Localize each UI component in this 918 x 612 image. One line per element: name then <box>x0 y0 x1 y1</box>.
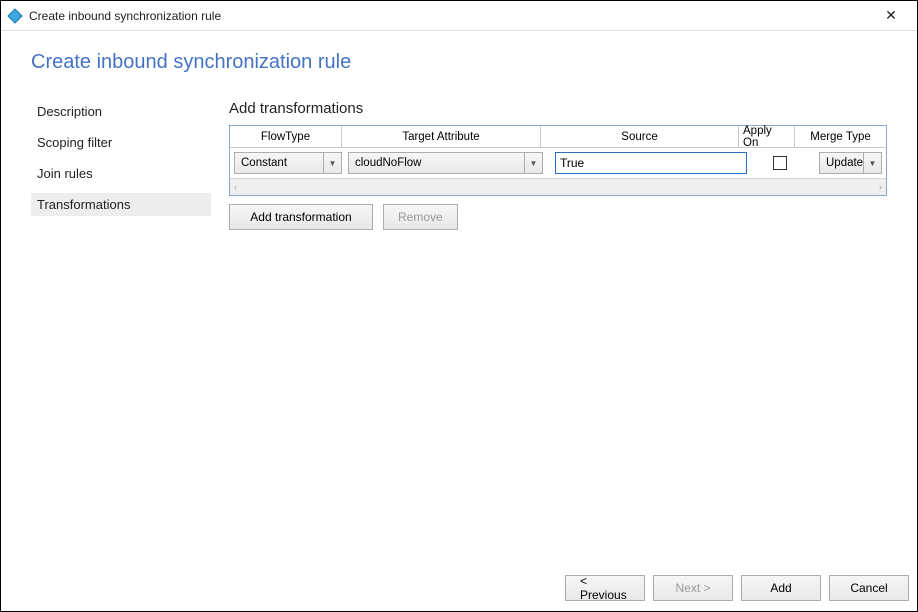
section-title: Add transformations <box>229 100 887 117</box>
chevron-down-icon: ▼ <box>524 153 542 173</box>
add-transformation-button[interactable]: Add transformation <box>229 204 373 230</box>
column-header-apply: Apply On <box>739 126 795 148</box>
main-panel: Add transformations FlowType Target Attr… <box>211 100 887 557</box>
sidebar-item-transformations[interactable]: Transformations <box>31 193 211 216</box>
window-title: Create inbound synchronization rule <box>29 9 221 23</box>
scroll-right-icon: › <box>879 182 882 192</box>
apply-once-cell <box>755 156 805 170</box>
dialog-window: Create inbound synchronization rule ✕ Cr… <box>0 0 918 612</box>
merge-type-combo[interactable]: Update ▼ <box>819 152 882 174</box>
transformations-grid: FlowType Target Attribute Source Apply O… <box>229 125 887 196</box>
close-icon: ✕ <box>885 7 897 24</box>
apply-once-checkbox[interactable] <box>773 156 787 170</box>
wizard-sidebar: Description Scoping filter Join rules Tr… <box>31 100 211 557</box>
target-attribute-combo[interactable]: cloudNoFlow ▼ <box>348 152 543 174</box>
previous-button[interactable]: < Previous <box>565 575 645 601</box>
merge-type-value: Update <box>826 157 863 169</box>
page-title: Create inbound synchronization rule <box>31 51 887 74</box>
remove-button[interactable]: Remove <box>383 204 458 230</box>
target-attribute-value: cloudNoFlow <box>355 157 421 169</box>
sidebar-item-join-rules[interactable]: Join rules <box>31 162 211 185</box>
body: Description Scoping filter Join rules Tr… <box>31 100 887 557</box>
horizontal-scrollbar[interactable]: ‹ › <box>230 178 886 195</box>
close-button[interactable]: ✕ <box>871 2 911 30</box>
next-button[interactable]: Next > <box>653 575 733 601</box>
grid-button-row: Add transformation Remove <box>229 204 887 230</box>
chevron-down-icon: ▼ <box>323 153 341 173</box>
column-header-source: Source <box>541 126 739 148</box>
flowtype-value: Constant <box>241 157 287 169</box>
scroll-left-icon: ‹ <box>234 182 237 192</box>
add-button[interactable]: Add <box>741 575 821 601</box>
chevron-down-icon: ▼ <box>863 153 881 173</box>
column-header-merge: Merge Type <box>795 126 886 148</box>
content-area: Create inbound synchronization rule Desc… <box>1 31 917 565</box>
sidebar-item-description[interactable]: Description <box>31 100 211 123</box>
sidebar-item-scoping-filter[interactable]: Scoping filter <box>31 131 211 154</box>
titlebar: Create inbound synchronization rule ✕ <box>1 1 917 31</box>
footer-buttons: < Previous Next > Add Cancel <box>1 565 917 611</box>
transformation-row: Constant ▼ cloudNoFlow ▼ <box>230 148 886 178</box>
grid-header: FlowType Target Attribute Source Apply O… <box>230 126 886 148</box>
source-input[interactable] <box>555 152 747 174</box>
cancel-button[interactable]: Cancel <box>829 575 909 601</box>
app-icon <box>7 8 23 24</box>
column-header-target: Target Attribute <box>342 126 541 148</box>
column-header-flowtype: FlowType <box>230 126 342 148</box>
flowtype-combo[interactable]: Constant ▼ <box>234 152 342 174</box>
